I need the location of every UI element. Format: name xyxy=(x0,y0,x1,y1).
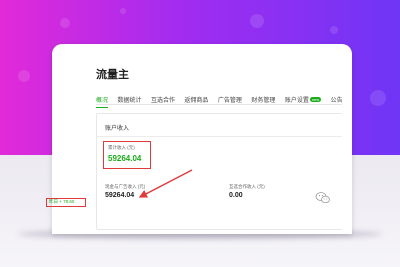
tab-statistics[interactable]: 数据统计 xyxy=(117,95,141,107)
yesterday-income-text: 昨日 + 78.60 xyxy=(49,199,75,204)
miniprogram-income-label: 现金与广告收入 (元) xyxy=(105,184,146,189)
decor-dot xyxy=(330,26,338,34)
decor-dot xyxy=(18,70,30,82)
tab-announcement[interactable]: 公告 xyxy=(331,95,342,107)
income-card-title: 账户收入 xyxy=(105,126,130,132)
tab-mutual-cooperation[interactable]: 互选合作 xyxy=(151,95,175,107)
main-nav: 概况 数据统计 互选合作 返佣商品 广告管理 财务管理 账户设置 new 公告 xyxy=(96,89,342,108)
wechat-icon xyxy=(315,192,330,204)
mutual-income-value: 0.00 xyxy=(229,192,243,199)
tab-account-settings[interactable]: 账户设置 new xyxy=(285,95,322,107)
laptop-screen: 流量主 概况 数据统计 互选合作 返佣商品 广告管理 财务管理 账户设置 new … xyxy=(60,52,342,230)
cumulative-income-label: 累计收入 (元) xyxy=(108,145,135,150)
yesterday-income-highlight: 昨日 + 78.60 xyxy=(46,198,86,207)
miniprogram-income-value: 59264.04 xyxy=(105,192,135,199)
decor-dot xyxy=(60,18,70,28)
tab-commission-goods[interactable]: 返佣商品 xyxy=(184,95,208,107)
decor-dot xyxy=(250,14,264,28)
new-badge: new xyxy=(309,97,322,102)
mutual-income-label: 互选合作收入 (元) xyxy=(229,184,265,189)
nav-divider xyxy=(96,104,342,105)
cumulative-income-highlight: 累计收入 (元) 59264.04 xyxy=(103,141,151,169)
decor-dot xyxy=(370,90,386,106)
tab-overview[interactable]: 概况 xyxy=(96,95,109,108)
tab-finance[interactable]: 财务管理 xyxy=(251,95,275,107)
cumulative-income-value: 59264.04 xyxy=(108,154,142,163)
income-card: 账户收入 累计收入 (元) 59264.04 现金与广告收入 (元) 59264… xyxy=(96,113,342,230)
page-title: 流量主 xyxy=(96,69,129,81)
income-card-divider xyxy=(97,136,342,137)
tab-ad-management[interactable]: 广告管理 xyxy=(218,95,242,107)
decor-dot xyxy=(120,8,126,14)
